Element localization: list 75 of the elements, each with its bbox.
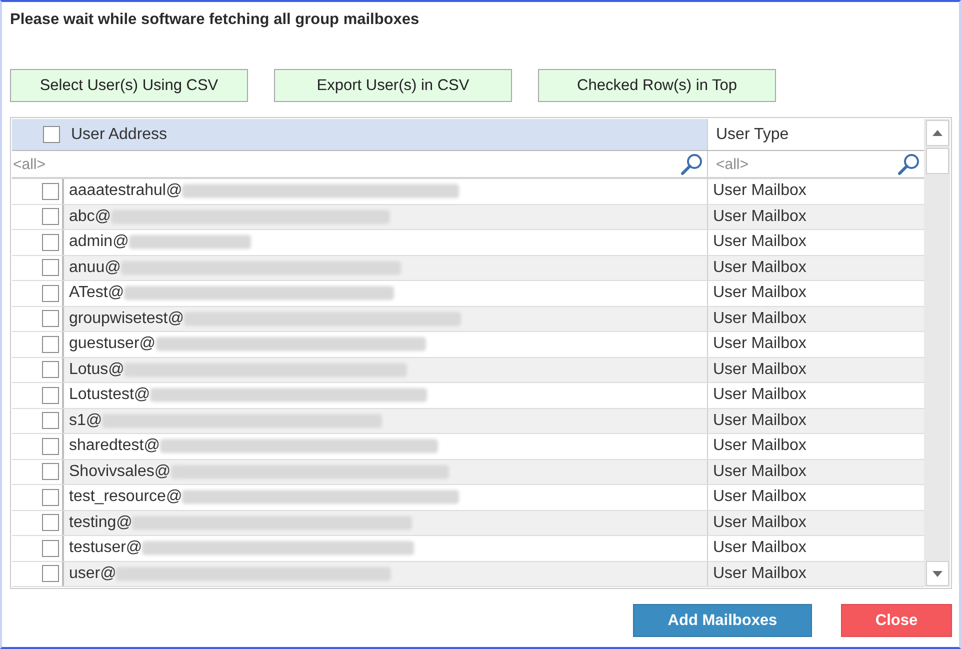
csv-action-button[interactable]: Checked Row(s) in Top (538, 69, 776, 102)
email-address: groupwisetest@ (69, 308, 184, 329)
email-address: Shovivsales@ (69, 462, 171, 482)
checkbox[interactable] (42, 234, 59, 251)
checkbox[interactable] (42, 565, 59, 582)
email-address: guestuser@ (69, 334, 156, 354)
email-address: Lotus@ (69, 360, 124, 380)
checkbox[interactable] (42, 284, 59, 302)
table-cell-text: User Mailbox (713, 232, 806, 252)
table-row[interactable]: Shovivsales@ User Mailbox (62, 460, 924, 484)
table-row[interactable]: groupwisetest@ User Mailbox (62, 306, 924, 331)
email-address: user@ (69, 564, 116, 584)
caret-up-icon (932, 130, 942, 136)
table-cell-text: User Mailbox (713, 385, 806, 406)
checkbox[interactable] (42, 412, 59, 430)
table-cell-text: User Mailbox (713, 283, 806, 304)
email-address: s1@ (69, 410, 102, 431)
table-row[interactable]: user@ User Mailbox (62, 562, 924, 586)
csv-action-button[interactable]: Select User(s) Using CSV (10, 69, 248, 102)
table-cell-text: User Mailbox (713, 436, 806, 456)
search-icon[interactable] (681, 153, 703, 175)
email-address: admin@ (69, 232, 129, 252)
checkbox[interactable] (42, 310, 59, 328)
email-address: abc@ (69, 206, 112, 227)
checkbox[interactable] (42, 438, 59, 455)
table-cell-text: User Mailbox (713, 538, 806, 558)
scroll-down-button[interactable] (926, 561, 948, 586)
email-address: testing@ (69, 512, 132, 533)
table-cell-text: User Mailbox (713, 462, 806, 482)
csv-action-button[interactable]: Export User(s) in CSV (274, 69, 512, 102)
table-row[interactable]: Lotus@ User Mailbox (62, 358, 924, 382)
checkbox[interactable] (43, 126, 60, 143)
checkbox[interactable] (42, 336, 59, 353)
table-cell-text: User Mailbox (713, 410, 806, 431)
table-cell-text: User Mailbox (713, 181, 806, 202)
table-cell-text: User Mailbox (713, 512, 806, 533)
email-address: anuu@ (69, 258, 121, 278)
checkbox[interactable] (42, 488, 59, 506)
checkbox[interactable] (42, 540, 59, 557)
column-title: User Address (71, 124, 168, 144)
table-cell-text: User Mailbox (713, 308, 806, 329)
email-address: sharedtest@ (69, 436, 160, 456)
email-address: aaaatestrahul@ (69, 181, 182, 202)
table-row[interactable]: testing@ User Mailbox (62, 510, 924, 535)
column-header[interactable]: User Address (12, 119, 707, 150)
search-icon[interactable] (898, 153, 920, 175)
column-title: User Type (716, 124, 789, 144)
scrollbar[interactable] (924, 119, 950, 587)
checkbox[interactable] (42, 361, 59, 378)
filter-field[interactable]: <all> (716, 151, 898, 177)
checkbox[interactable] (42, 463, 59, 480)
table-cell-text: User Mailbox (713, 564, 806, 584)
checkbox[interactable] (42, 386, 59, 404)
checkbox[interactable] (42, 182, 59, 200)
table-row[interactable]: abc@ User Mailbox (62, 204, 924, 229)
filter-field[interactable]: <all> (13, 151, 681, 177)
scroll-up-button[interactable] (926, 120, 948, 146)
table-cell-text: User Mailbox (713, 206, 806, 227)
email-address: test_resource@ (69, 487, 182, 508)
table-row[interactable]: anuu@ User Mailbox (62, 256, 924, 280)
table-cell-text: User Mailbox (713, 360, 806, 380)
dialog-heading: Please wait while software fetching all group mailboxes (10, 11, 420, 29)
email-address: Lotustest@ (69, 385, 150, 406)
table-cell-text: User Mailbox (713, 487, 806, 508)
checkbox[interactable] (42, 514, 59, 532)
scrollbar-thumb[interactable] (926, 148, 948, 174)
table-row[interactable]: s1@ User Mailbox (62, 408, 924, 433)
add-mailboxes-button[interactable]: Add Mailboxes (633, 604, 812, 637)
checkbox[interactable] (42, 208, 59, 226)
table-cell-text: User Mailbox (713, 334, 806, 354)
caret-down-icon (932, 570, 942, 576)
email-address: ATest@ (69, 283, 124, 304)
email-address: testuser@ (69, 538, 142, 558)
table-cell-text: User Mailbox (713, 258, 806, 278)
checkbox[interactable] (42, 259, 59, 276)
